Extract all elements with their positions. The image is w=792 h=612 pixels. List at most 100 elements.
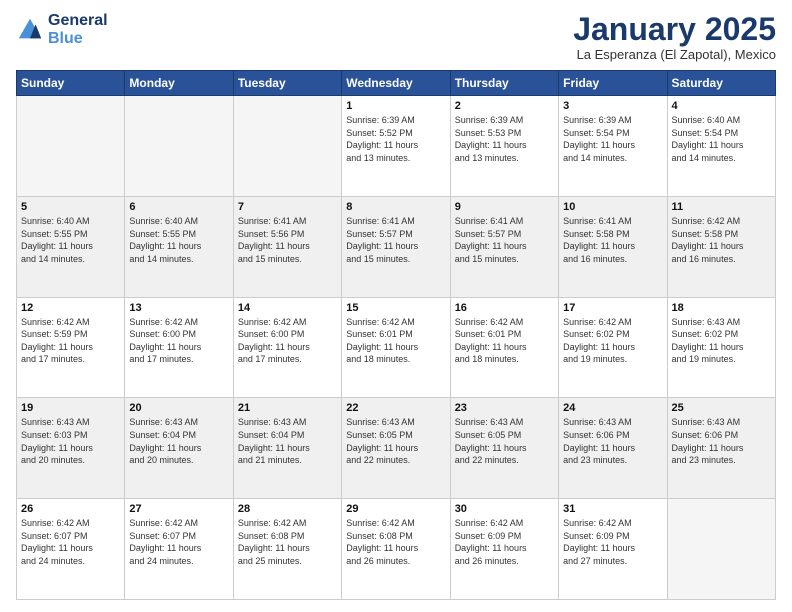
day-number: 24 xyxy=(563,402,662,414)
calendar-cell xyxy=(233,96,341,197)
calendar-header-saturday: Saturday xyxy=(667,71,775,96)
day-number: 19 xyxy=(21,402,120,414)
calendar-cell: 22Sunrise: 6:43 AM Sunset: 6:05 PM Dayli… xyxy=(342,398,450,499)
day-number: 30 xyxy=(455,503,554,515)
day-number: 13 xyxy=(129,302,228,314)
calendar-cell: 8Sunrise: 6:41 AM Sunset: 5:57 PM Daylig… xyxy=(342,196,450,297)
calendar-week-row: 12 Sunrise: 6:42 AM Sunset: 5:59 PM Dayli… xyxy=(17,297,776,398)
day-info: Sunrise: 6:41 AM Sunset: 5:57 PM Dayligh… xyxy=(346,215,445,265)
day-info: Sunrise: 6:42 AM Sunset: 5:59 PM Dayligh… xyxy=(21,316,120,366)
calendar-cell: 5 Sunrise: 6:40 AM Sunset: 5:55 PM Daylig… xyxy=(17,196,125,297)
logo-icon xyxy=(16,16,44,44)
day-number: 15 xyxy=(346,302,445,314)
calendar-header-sunday: Sunday xyxy=(17,71,125,96)
calendar-header-friday: Friday xyxy=(559,71,667,96)
calendar-cell: 7 Sunrise: 6:41 AM Sunset: 5:56 PM Daylig… xyxy=(233,196,341,297)
page: General Blue January 2025 La Esperanza (… xyxy=(0,0,792,612)
calendar-cell: 15 Sunrise: 6:42 AM Sunset: 6:01 PM Dayli… xyxy=(342,297,450,398)
calendar-cell: 1 Sunrise: 6:39 AM Sunset: 5:52 PM Daylig… xyxy=(342,96,450,197)
calendar-header-monday: Monday xyxy=(125,71,233,96)
day-number: 31 xyxy=(563,503,662,515)
day-info: Sunrise: 6:43 AM Sunset: 6:04 PM Dayligh… xyxy=(238,416,337,466)
day-info: Sunrise: 6:39 AM Sunset: 5:53 PM Dayligh… xyxy=(455,114,554,164)
calendar-header-tuesday: Tuesday xyxy=(233,71,341,96)
calendar-week-row: 1 Sunrise: 6:39 AM Sunset: 5:52 PM Daylig… xyxy=(17,96,776,197)
calendar-cell: 16 Sunrise: 6:42 AM Sunset: 6:01 PM Dayli… xyxy=(450,297,558,398)
day-info: Sunrise: 6:43 AM Sunset: 6:04 PM Dayligh… xyxy=(129,416,228,466)
day-info: Sunrise: 6:40 AM Sunset: 5:54 PM Dayligh… xyxy=(672,114,771,164)
day-info: Sunrise: 6:40 AM Sunset: 5:55 PM Dayligh… xyxy=(21,215,120,265)
day-number: 27 xyxy=(129,503,228,515)
day-info: Sunrise: 6:43 AM Sunset: 6:05 PM Dayligh… xyxy=(346,416,445,466)
calendar-cell: 31 Sunrise: 6:42 AM Sunset: 6:09 PM Dayli… xyxy=(559,499,667,600)
calendar-cell: 17Sunrise: 6:42 AM Sunset: 6:02 PM Dayli… xyxy=(559,297,667,398)
calendar-cell xyxy=(667,499,775,600)
calendar-cell: 26Sunrise: 6:42 AM Sunset: 6:07 PM Dayli… xyxy=(17,499,125,600)
day-info: Sunrise: 6:41 AM Sunset: 5:58 PM Dayligh… xyxy=(563,215,662,265)
calendar-cell: 12 Sunrise: 6:42 AM Sunset: 5:59 PM Dayli… xyxy=(17,297,125,398)
logo-text: General Blue xyxy=(48,12,108,47)
calendar-table: SundayMondayTuesdayWednesdayThursdayFrid… xyxy=(16,70,776,600)
day-info: Sunrise: 6:42 AM Sunset: 6:08 PM Dayligh… xyxy=(346,517,445,567)
day-info: Sunrise: 6:43 AM Sunset: 6:06 PM Dayligh… xyxy=(563,416,662,466)
day-number: 18 xyxy=(672,302,771,314)
calendar-header-row: SundayMondayTuesdayWednesdayThursdayFrid… xyxy=(17,71,776,96)
calendar-header-thursday: Thursday xyxy=(450,71,558,96)
calendar-cell: 11 Sunrise: 6:42 AM Sunset: 5:58 PM Dayli… xyxy=(667,196,775,297)
day-number: 12 xyxy=(21,302,120,314)
calendar-cell: 27 Sunrise: 6:42 AM Sunset: 6:07 PM Dayli… xyxy=(125,499,233,600)
calendar-header-wednesday: Wednesday xyxy=(342,71,450,96)
day-number: 4 xyxy=(672,100,771,112)
calendar-cell: 3 Sunrise: 6:39 AM Sunset: 5:54 PM Daylig… xyxy=(559,96,667,197)
day-number: 3 xyxy=(563,100,662,112)
calendar-cell: 30Sunrise: 6:42 AM Sunset: 6:09 PM Dayli… xyxy=(450,499,558,600)
day-info: Sunrise: 6:43 AM Sunset: 6:06 PM Dayligh… xyxy=(672,416,771,466)
calendar-cell: 6Sunrise: 6:40 AM Sunset: 5:55 PM Daylig… xyxy=(125,196,233,297)
day-info: Sunrise: 6:42 AM Sunset: 6:00 PM Dayligh… xyxy=(238,316,337,366)
day-number: 21 xyxy=(238,402,337,414)
calendar-cell xyxy=(17,96,125,197)
day-info: Sunrise: 6:41 AM Sunset: 5:56 PM Dayligh… xyxy=(238,215,337,265)
calendar-cell: 20Sunrise: 6:43 AM Sunset: 6:04 PM Dayli… xyxy=(125,398,233,499)
day-info: Sunrise: 6:42 AM Sunset: 6:09 PM Dayligh… xyxy=(563,517,662,567)
day-number: 7 xyxy=(238,201,337,213)
day-number: 25 xyxy=(672,402,771,414)
calendar-cell: 29 Sunrise: 6:42 AM Sunset: 6:08 PM Dayli… xyxy=(342,499,450,600)
day-number: 1 xyxy=(346,100,445,112)
calendar-cell: 21 Sunrise: 6:43 AM Sunset: 6:04 PM Dayli… xyxy=(233,398,341,499)
calendar-cell: 10Sunrise: 6:41 AM Sunset: 5:58 PM Dayli… xyxy=(559,196,667,297)
day-number: 2 xyxy=(455,100,554,112)
day-info: Sunrise: 6:43 AM Sunset: 6:02 PM Dayligh… xyxy=(672,316,771,366)
day-info: Sunrise: 6:39 AM Sunset: 5:54 PM Dayligh… xyxy=(563,114,662,164)
calendar-cell: 19 Sunrise: 6:43 AM Sunset: 6:03 PM Dayli… xyxy=(17,398,125,499)
day-number: 17 xyxy=(563,302,662,314)
day-info: Sunrise: 6:42 AM Sunset: 6:01 PM Dayligh… xyxy=(346,316,445,366)
day-number: 5 xyxy=(21,201,120,213)
day-number: 14 xyxy=(238,302,337,314)
logo: General Blue xyxy=(16,12,108,47)
calendar-cell: 23Sunrise: 6:43 AM Sunset: 6:05 PM Dayli… xyxy=(450,398,558,499)
day-number: 28 xyxy=(238,503,337,515)
calendar-week-row: 5 Sunrise: 6:40 AM Sunset: 5:55 PM Daylig… xyxy=(17,196,776,297)
day-info: Sunrise: 6:39 AM Sunset: 5:52 PM Dayligh… xyxy=(346,114,445,164)
day-info: Sunrise: 6:43 AM Sunset: 6:05 PM Dayligh… xyxy=(455,416,554,466)
day-number: 29 xyxy=(346,503,445,515)
day-info: Sunrise: 6:42 AM Sunset: 5:58 PM Dayligh… xyxy=(672,215,771,265)
calendar-cell: 28Sunrise: 6:42 AM Sunset: 6:08 PM Dayli… xyxy=(233,499,341,600)
calendar-title: January 2025 xyxy=(573,12,776,47)
day-info: Sunrise: 6:42 AM Sunset: 6:01 PM Dayligh… xyxy=(455,316,554,366)
day-number: 26 xyxy=(21,503,120,515)
title-block: January 2025 La Esperanza (El Zapotal), … xyxy=(573,12,776,62)
calendar-subtitle: La Esperanza (El Zapotal), Mexico xyxy=(573,47,776,62)
day-info: Sunrise: 6:42 AM Sunset: 6:07 PM Dayligh… xyxy=(129,517,228,567)
calendar-cell: 4 Sunrise: 6:40 AM Sunset: 5:54 PM Daylig… xyxy=(667,96,775,197)
calendar-cell: 18 Sunrise: 6:43 AM Sunset: 6:02 PM Dayli… xyxy=(667,297,775,398)
calendar-week-row: 26 Sunrise: 6:42 AM Sunset: 6:07 PM Dayli… xyxy=(17,499,776,600)
day-number: 16 xyxy=(455,302,554,314)
day-info: Sunrise: 6:43 AM Sunset: 6:03 PM Dayligh… xyxy=(21,416,120,466)
day-number: 9 xyxy=(455,201,554,213)
day-info: Sunrise: 6:42 AM Sunset: 6:00 PM Dayligh… xyxy=(129,316,228,366)
calendar-cell: 14 Sunrise: 6:42 AM Sunset: 6:00 PM Dayli… xyxy=(233,297,341,398)
calendar-cell: 9Sunrise: 6:41 AM Sunset: 5:57 PM Daylig… xyxy=(450,196,558,297)
day-number: 11 xyxy=(672,201,771,213)
